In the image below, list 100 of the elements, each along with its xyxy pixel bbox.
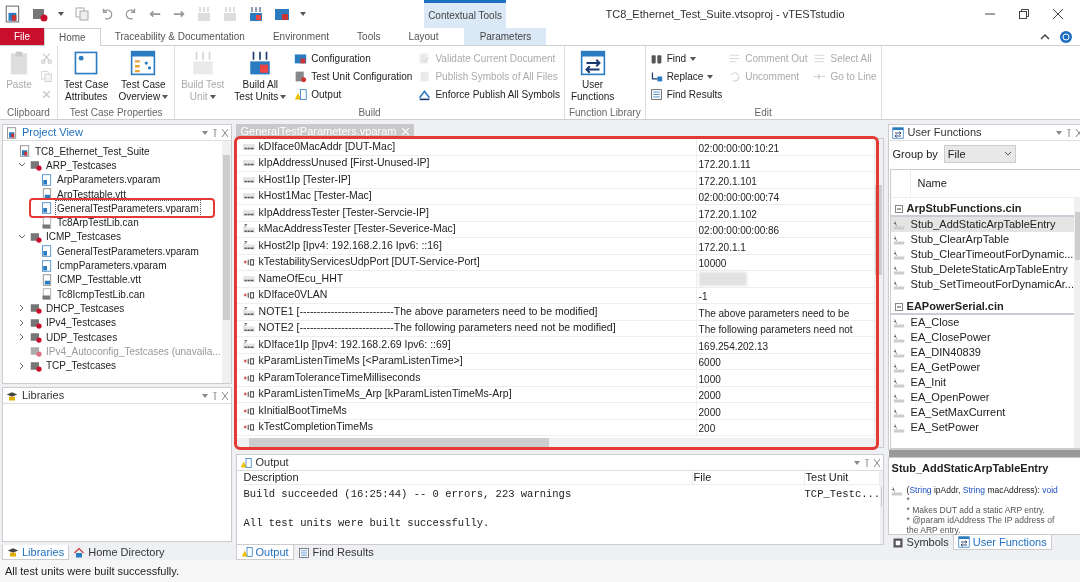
function-item[interactable]: EA_ClosePower xyxy=(890,330,1074,345)
restore-icon[interactable] xyxy=(1018,8,1030,20)
column-header[interactable]: Description xyxy=(242,469,693,486)
lines-icon xyxy=(813,52,827,65)
tree-item[interactable]: GeneralTestParameters.vparam xyxy=(56,243,200,259)
group-by-dropdown[interactable]: File xyxy=(943,145,1016,163)
ribbon-button[interactable]: Configuration xyxy=(294,50,413,67)
ribbon-button[interactable]: Test Case Overview xyxy=(116,50,171,103)
ribbon-button[interactable]: User Functions xyxy=(568,50,617,103)
parameter-name: kIpAddressTester [Tester-Servcie-IP] xyxy=(258,204,429,220)
tree-item[interactable]: ICMP_Testtable.vtt xyxy=(56,272,142,288)
ribbon-tab[interactable]: File xyxy=(0,28,44,45)
ribbon-button[interactable]: Output xyxy=(294,86,413,103)
function-icon xyxy=(892,376,905,389)
ribbon-button[interactable]: Find xyxy=(649,50,723,67)
tree-item[interactable]: IPv4_Testcases xyxy=(45,315,118,331)
function-icon xyxy=(892,391,905,404)
tree-item[interactable]: IcmpParameters.vparam xyxy=(56,258,168,274)
ribbon-tab[interactable]: Home xyxy=(44,28,101,46)
parameter-name: kIpAddressUnused [First-Unused-IP] xyxy=(258,155,430,171)
ribbon-button[interactable]: Find Results xyxy=(649,86,723,103)
tree-item[interactable]: ArpParameters.vparam xyxy=(56,172,162,188)
ribbon-tab[interactable]: Parameters xyxy=(464,28,547,45)
undo-icon[interactable] xyxy=(100,7,114,21)
collapse-ribbon-icon[interactable] xyxy=(1040,31,1050,42)
function-item[interactable]: EA_Init xyxy=(890,375,1074,390)
ribbon-tab[interactable]: Layout xyxy=(394,28,453,45)
function-item[interactable]: Stub_DeleteStaticArpTableEntry xyxy=(890,262,1074,277)
scrollbar[interactable] xyxy=(221,141,231,383)
parameter-value: 10000 xyxy=(698,258,727,270)
output-message: All test units were built successfully. xyxy=(242,515,491,531)
panel-tab[interactable]: Home Directory xyxy=(69,545,169,560)
ribbon-button[interactable]: Enforce Publish All Symbols xyxy=(418,86,560,103)
tree-item[interactable]: TCP_Testcases xyxy=(45,358,118,374)
column-header[interactable]: Name xyxy=(910,170,947,192)
function-item[interactable]: EA_DIN40839 xyxy=(890,345,1074,360)
ribbon-button[interactable]: Test Unit Configuration xyxy=(294,68,413,85)
function-item[interactable]: EA_OpenPower xyxy=(890,390,1074,405)
copy-icon xyxy=(40,70,53,83)
tree-item[interactable]: ARP_Testcases xyxy=(45,157,118,173)
tree-item[interactable]: ICMP_Testcases xyxy=(45,229,123,245)
testcase-folder-icon xyxy=(30,159,42,172)
ribbon-button[interactable]: Build All Test Units xyxy=(232,50,289,103)
code-file-icon xyxy=(41,288,53,301)
function-icon xyxy=(892,218,905,231)
help-icon[interactable] xyxy=(1060,30,1072,43)
close-icon[interactable] xyxy=(1052,8,1064,20)
panel-tab[interactable]: Find Results xyxy=(293,545,378,560)
pin-icon[interactable] xyxy=(201,128,228,137)
tree-item[interactable]: ArpTesttable.vtt xyxy=(56,186,127,202)
project-icon xyxy=(4,5,22,23)
integer-icon xyxy=(242,388,255,401)
integer-icon xyxy=(242,289,255,302)
function-title: Stub_AddStaticArpTableEntry xyxy=(890,461,1050,476)
ribbon-tab[interactable]: Environment xyxy=(258,28,344,45)
tree-item[interactable]: GeneralTestParameters.vparam xyxy=(56,200,200,216)
tree-item[interactable]: UDP_Testcases xyxy=(45,329,119,345)
ribbon-tab[interactable]: Traceability & Documentation xyxy=(100,28,259,45)
panel-tab[interactable]: User Functions xyxy=(952,535,1052,550)
parameter-name: kHost1Ip [Tester-IP] xyxy=(258,171,351,187)
function-item[interactable]: EA_SetPower xyxy=(890,420,1074,435)
function-item[interactable]: EA_GetPower xyxy=(890,360,1074,375)
collapse-icon[interactable] xyxy=(894,302,903,311)
tree-item[interactable]: Tc8ArpTestLib.can xyxy=(56,215,140,231)
comment-line: the ARP entry. xyxy=(906,524,962,535)
ribbon-button[interactable]: Test Case Attributes xyxy=(62,50,111,103)
status-text: All test units were built successfully. xyxy=(5,563,180,579)
undo-icon xyxy=(728,70,742,83)
column-header[interactable]: File xyxy=(692,469,805,486)
tree-item[interactable]: TC8_Ethernet_Test_Suite xyxy=(34,143,151,159)
parameter-value: 2000 xyxy=(698,390,721,402)
pin-icon[interactable] xyxy=(201,391,228,400)
parameter-value: The following parameters need not xyxy=(698,324,853,336)
tree-item[interactable]: DHCP_Testcases xyxy=(45,300,126,316)
function-item[interactable]: EA_Close xyxy=(890,315,1074,330)
function-item[interactable]: Stub_SetTimeoutForDynamicAr... xyxy=(890,277,1074,292)
function-icon xyxy=(892,421,905,434)
function-item[interactable]: Stub_AddStaticArpTableEntry xyxy=(890,217,1074,232)
document-icon xyxy=(294,70,308,83)
table-file-icon xyxy=(41,273,53,286)
table-cell-text: TCP_Testc... xyxy=(804,487,881,502)
collapse-icon[interactable] xyxy=(894,204,903,213)
function-item[interactable]: Stub_ClearTimeoutForDynamic... xyxy=(890,247,1074,262)
group-label: Clipboard xyxy=(6,106,51,119)
panel-tab[interactable]: Libraries xyxy=(2,545,70,560)
ribbon-tab[interactable]: Tools xyxy=(343,28,395,45)
redo-icon[interactable] xyxy=(124,7,138,21)
tree-item[interactable]: Tc8IcmpTestLib.can xyxy=(56,286,146,302)
ribbon-button[interactable]: Replace xyxy=(649,68,723,85)
scrollbar[interactable] xyxy=(880,471,883,544)
pin-icon[interactable] xyxy=(853,458,880,467)
parameter-value: 02:00:00:00:00:86 xyxy=(698,225,780,237)
scrollbar[interactable] xyxy=(873,139,883,438)
function-item[interactable]: Stub_ClearArpTable xyxy=(890,232,1074,247)
panel-tab[interactable]: Output xyxy=(235,545,294,560)
pin-icon[interactable] xyxy=(1056,128,1080,137)
function-item[interactable]: EA_SetMaxCurrent xyxy=(890,405,1074,420)
scrollbar[interactable] xyxy=(236,438,883,447)
comment-line: * Makes DUT add a static ARP entry. xyxy=(906,504,1046,515)
panel-tab[interactable]: Symbols xyxy=(887,535,953,550)
